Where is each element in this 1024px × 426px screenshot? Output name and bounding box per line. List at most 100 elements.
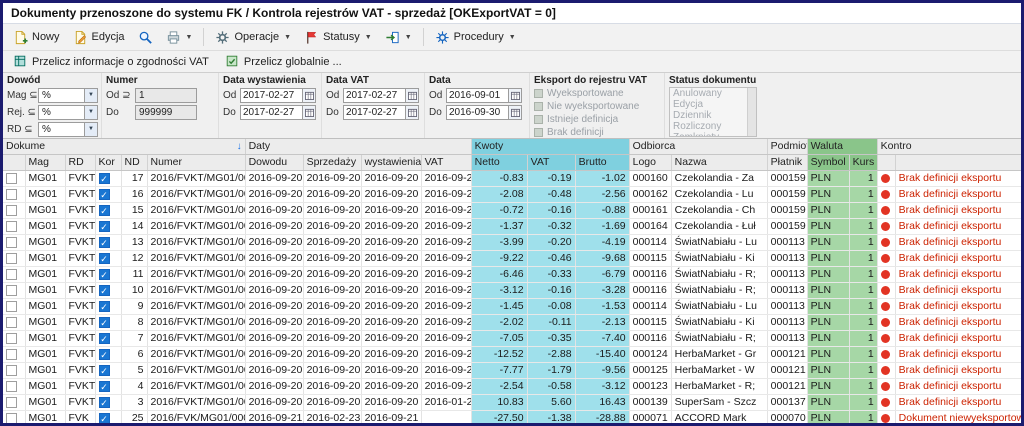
group-header-kwoty[interactable]: Kwoty — [471, 139, 630, 155]
row-select-checkbox[interactable] — [3, 330, 26, 347]
cell-kor-checkbox[interactable]: ✓ — [95, 346, 122, 363]
data-do-input[interactable]: 2016-09-30 — [446, 105, 522, 120]
print-button[interactable]: ▼ — [160, 27, 199, 48]
status-option[interactable]: Rozliczony — [670, 121, 756, 132]
row-select-checkbox[interactable] — [3, 362, 26, 379]
search-button[interactable] — [132, 27, 159, 48]
data-vat-od-input[interactable]: 2017-02-27 — [343, 88, 419, 103]
statuses-button[interactable]: Statusy ▼ — [298, 27, 378, 48]
recalc-global-button[interactable]: Przelicz globalnie ... — [219, 51, 348, 72]
column-header-status-dot[interactable] — [877, 154, 896, 171]
table-row[interactable]: MG01FVKT✓172016/FVKT/MG01/00002016-09-20… — [3, 170, 1021, 187]
eksport-option[interactable]: Brak definicji — [534, 126, 661, 138]
scrollbar[interactable] — [747, 88, 756, 136]
table-row[interactable]: MG01FVKT✓72016/FVKT/MG01/00002016-09-202… — [3, 330, 1021, 347]
column-header-kor[interactable]: Kor — [95, 154, 122, 171]
status-option[interactable]: Zamknięty — [670, 132, 756, 136]
column-header-vat[interactable]: VAT — [527, 154, 576, 171]
group-header-podmioty[interactable]: Podmioty — [767, 139, 808, 155]
sort-descending-icon[interactable]: ↓ — [237, 139, 242, 154]
row-select-checkbox[interactable] — [3, 394, 26, 411]
group-header-waluta[interactable]: Waluta — [807, 139, 878, 155]
data-vat-do-input[interactable]: 2017-02-27 — [343, 105, 419, 120]
calendar-icon[interactable] — [508, 106, 521, 119]
calendar-icon[interactable] — [508, 89, 521, 102]
row-select-checkbox[interactable] — [3, 234, 26, 251]
cell-kor-checkbox[interactable]: ✓ — [95, 266, 122, 283]
column-header-nd[interactable]: ND — [121, 154, 148, 171]
cell-kor-checkbox[interactable]: ✓ — [95, 394, 122, 411]
data-wystawienia-do-input[interactable]: 2017-02-27 — [240, 105, 316, 120]
row-select-checkbox[interactable] — [3, 202, 26, 219]
data-wystawienia-od-input[interactable]: 2017-02-27 — [240, 88, 316, 103]
cell-kor-checkbox[interactable]: ✓ — [95, 410, 122, 423]
cell-kor-checkbox[interactable]: ✓ — [95, 362, 122, 379]
column-header-dowodu[interactable]: Dowodu — [245, 154, 304, 171]
group-header-daty[interactable]: Daty — [245, 139, 472, 155]
mag-filter-select[interactable]: % ▼ — [38, 88, 98, 103]
table-row[interactable]: MG01FVKT✓102016/FVKT/MG01/00002016-09-20… — [3, 282, 1021, 299]
row-select-checkbox[interactable] — [3, 218, 26, 235]
eksport-option[interactable]: Istnieje definicja — [534, 113, 661, 126]
column-header-wystawienia[interactable]: wystawienia — [361, 154, 422, 171]
cell-kor-checkbox[interactable]: ✓ — [95, 314, 122, 331]
column-header-nazwa[interactable]: Nazwa — [671, 154, 768, 171]
table-row[interactable]: MG01FVKT✓62016/FVKT/MG01/00002016-09-202… — [3, 346, 1021, 363]
cell-kor-checkbox[interactable]: ✓ — [95, 378, 122, 395]
calendar-icon[interactable] — [302, 106, 315, 119]
group-header-dokument[interactable]: Dokume ↓ — [3, 139, 246, 155]
column-header-symbol[interactable]: Symbol — [807, 154, 850, 171]
row-select-checkbox[interactable] — [3, 170, 26, 187]
cell-kor-checkbox[interactable]: ✓ — [95, 202, 122, 219]
table-row[interactable]: MG01FVKT✓52016/FVKT/MG01/00002016-09-202… — [3, 362, 1021, 379]
table-row[interactable]: MG01FVKT✓152016/FVKT/MG01/00002016-09-20… — [3, 202, 1021, 219]
row-select-checkbox[interactable] — [3, 250, 26, 267]
row-select-checkbox[interactable] — [3, 346, 26, 363]
procedures-button[interactable]: Procedury ▼ — [429, 27, 522, 48]
group-header-odbiorca[interactable]: Odbiorca — [629, 139, 768, 155]
data-od-input[interactable]: 2016-09-01 — [446, 88, 522, 103]
table-row[interactable]: MG01FVKT✓162016/FVKT/MG01/00002016-09-20… — [3, 186, 1021, 203]
rej-filter-select[interactable]: % ▼ — [38, 105, 98, 120]
column-header-vat-date[interactable]: VAT — [421, 154, 472, 171]
column-header-mag[interactable]: Mag — [25, 154, 66, 171]
column-header-numer[interactable]: Numer — [147, 154, 246, 171]
row-select-checkbox[interactable] — [3, 186, 26, 203]
row-select-checkbox[interactable] — [3, 298, 26, 315]
row-select-checkbox[interactable] — [3, 266, 26, 283]
status-option[interactable]: Anulowany — [670, 88, 756, 99]
cell-kor-checkbox[interactable]: ✓ — [95, 330, 122, 347]
status-option[interactable]: Edycja — [670, 99, 756, 110]
column-header-netto[interactable]: Netto — [471, 154, 528, 171]
row-select-checkbox[interactable] — [3, 378, 26, 395]
calendar-icon[interactable] — [405, 89, 418, 102]
row-select-checkbox[interactable] — [3, 410, 26, 423]
table-row[interactable]: MG01FVKT✓142016/FVKT/MG01/00002016-09-20… — [3, 218, 1021, 235]
cell-kor-checkbox[interactable]: ✓ — [95, 298, 122, 315]
cell-kor-checkbox[interactable]: ✓ — [95, 234, 122, 251]
column-header-select[interactable] — [3, 154, 26, 171]
row-select-checkbox[interactable] — [3, 314, 26, 331]
table-row[interactable]: MG01FVKT✓122016/FVKT/MG01/00002016-09-20… — [3, 250, 1021, 267]
row-select-checkbox[interactable] — [3, 282, 26, 299]
new-button[interactable]: Nowy — [7, 27, 66, 48]
status-options-list[interactable]: AnulowanyEdycjaDziennikRozliczonyZamknię… — [669, 87, 757, 137]
table-row[interactable]: MG01FVKT✓32016/FVKT/MG01/00002016-09-202… — [3, 394, 1021, 411]
column-header-sprzedazy[interactable]: Sprzedaży — [303, 154, 362, 171]
table-row[interactable]: MG01FVKT✓42016/FVKT/MG01/00002016-09-202… — [3, 378, 1021, 395]
column-header-logo[interactable]: Logo — [629, 154, 672, 171]
numer-do-input[interactable]: 999999 — [135, 105, 197, 120]
calendar-icon[interactable] — [302, 89, 315, 102]
column-header-brutto[interactable]: Brutto — [575, 154, 630, 171]
table-row[interactable]: MG01FVKT✓92016/FVKT/MG01/00002016-09-202… — [3, 298, 1021, 315]
export-button[interactable]: ▼ — [379, 27, 418, 48]
column-header-rd[interactable]: RD — [65, 154, 96, 171]
cell-kor-checkbox[interactable]: ✓ — [95, 250, 122, 267]
table-row[interactable]: MG01FVKT✓112016/FVKT/MG01/00002016-09-20… — [3, 266, 1021, 283]
column-header-platnik[interactable]: Płatnik — [767, 154, 808, 171]
cell-kor-checkbox[interactable]: ✓ — [95, 282, 122, 299]
column-header-kurs[interactable]: Kurs — [849, 154, 878, 171]
edit-button[interactable]: Edycja — [67, 27, 131, 48]
cell-kor-checkbox[interactable]: ✓ — [95, 186, 122, 203]
rd-filter-select[interactable]: % ▼ — [38, 122, 98, 137]
